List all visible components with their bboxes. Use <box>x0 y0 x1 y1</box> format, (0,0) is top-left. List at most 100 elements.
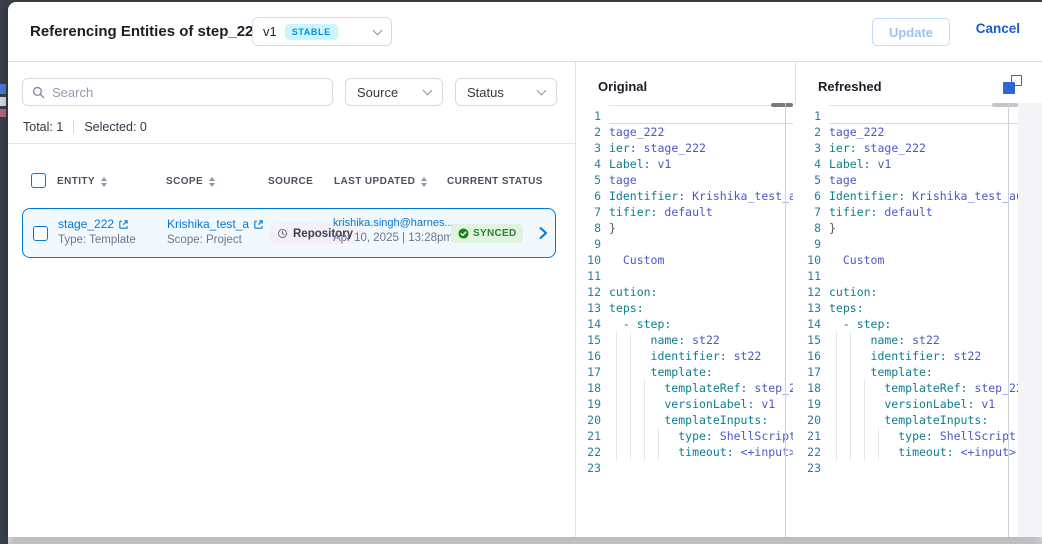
indent-guide <box>850 380 851 396</box>
indent-guide <box>630 444 631 460</box>
sort-icon[interactable] <box>421 177 427 187</box>
table-row[interactable]: stage_222 Type: Template Krishika_test_a… <box>22 208 556 258</box>
code-line: 17 template: <box>795 364 1018 380</box>
line-number: 5 <box>795 172 821 188</box>
horizontal-scrollbar[interactable] <box>829 105 1018 106</box>
column-header-scope[interactable]: SCOPE <box>166 176 215 187</box>
status-filter-dropdown[interactable]: Status <box>455 78 557 106</box>
code-line: 12cution: <box>795 284 1018 300</box>
source-filter-dropdown[interactable]: Source <box>345 78 443 106</box>
column-header-last-updated[interactable]: LAST UPDATED <box>334 176 427 187</box>
indent-guide <box>864 412 865 428</box>
code-text: templateRef: step_222 <box>829 380 1018 396</box>
line-number: 15 <box>795 332 821 348</box>
scrollbar-thumb[interactable] <box>771 103 793 107</box>
results-summary: Total: 1 Selected: 0 <box>23 120 147 134</box>
last-updated-cell: krishika.singh@harnes... Apr 10, 2025 | … <box>333 217 454 244</box>
toolbar-divider <box>8 143 575 144</box>
cancel-button[interactable]: Cancel <box>976 21 1020 36</box>
indent-guide <box>644 412 645 428</box>
search-box[interactable] <box>22 78 333 106</box>
code-line: 23 <box>795 460 1018 476</box>
entity-link[interactable]: stage_222 <box>58 217 136 231</box>
diff-pane-original[interactable]: 12tage_2223ier: stage_2224Label: v15tage… <box>575 103 793 537</box>
update-button[interactable]: Update <box>872 18 950 46</box>
code-text: tage <box>609 172 793 188</box>
sort-icon[interactable] <box>209 177 215 187</box>
indent-guide <box>658 444 659 460</box>
code-text: templateRef: step_222 <box>609 380 793 396</box>
version-selector[interactable]: v1 STABLE <box>252 17 392 46</box>
summary-divider <box>73 120 74 134</box>
line-number: 21 <box>795 428 821 444</box>
line-number: 9 <box>795 236 821 252</box>
line-number: 20 <box>795 412 821 428</box>
code-line: 15 name: st22 <box>575 332 793 348</box>
repository-icon <box>277 228 288 239</box>
pane-edge-line <box>1008 103 1009 537</box>
code-line: 19 versionLabel: v1 <box>795 396 1018 412</box>
code-text: tage_222 <box>829 124 1018 140</box>
line-number: 12 <box>575 284 601 300</box>
code-line: 18 templateRef: step_222 <box>795 380 1018 396</box>
copy-icon[interactable] <box>1003 75 1022 94</box>
column-header-current-status: CURRENT STATUS <box>447 176 543 187</box>
diff-header-separator <box>795 61 796 104</box>
code-text: name: st22 <box>609 332 793 348</box>
scope-link[interactable]: Krishika_test_au... <box>167 217 264 231</box>
column-header-entity[interactable]: ENTITY <box>57 176 107 187</box>
code-text <box>829 268 1018 284</box>
line-number: 14 <box>575 316 601 332</box>
line-number: 20 <box>575 412 601 428</box>
code-text: timeout: <+input> <box>829 444 1018 460</box>
row-chevron-right-icon[interactable] <box>535 225 551 241</box>
updated-by-link[interactable]: krishika.singh@harnes... <box>333 217 454 229</box>
code-line: 9 <box>575 236 793 252</box>
external-link-icon <box>253 219 264 230</box>
code-lines: 12tage_2223ier: stage_2224Label: v15tage… <box>795 108 1018 476</box>
indent-guide <box>644 380 645 396</box>
sort-icon[interactable] <box>101 177 107 187</box>
code-text: Identifier: Krishika_test_aut <box>609 188 793 204</box>
select-all-checkbox[interactable] <box>31 173 46 188</box>
line-number: 19 <box>795 396 821 412</box>
code-text <box>829 236 1018 252</box>
diff-pane-refreshed[interactable]: 12tage_2223ier: stage_2224Label: v15tage… <box>795 103 1018 537</box>
synced-check-icon <box>458 228 469 239</box>
code-text: templateInputs: <box>829 412 1018 428</box>
line-number: 7 <box>575 204 601 220</box>
indent-guide <box>850 364 851 380</box>
indent-guide <box>836 412 837 428</box>
scrollbar-thumb[interactable] <box>992 103 1018 107</box>
selected-count: Selected: 0 <box>84 120 147 134</box>
code-text <box>609 236 793 252</box>
line-number: 17 <box>575 364 601 380</box>
code-line: 15 name: st22 <box>795 332 1018 348</box>
row-checkbox[interactable] <box>33 226 48 241</box>
code-line: 18 templateRef: step_222 <box>575 380 793 396</box>
horizontal-scrollbar[interactable] <box>609 105 793 106</box>
line-number: 10 <box>575 252 601 268</box>
line-number: 1 <box>795 108 821 124</box>
code-line: 10 Custom <box>575 252 793 268</box>
code-line: 11 <box>575 268 793 284</box>
scope-detail: Scope: Project <box>167 234 264 246</box>
code-text: Identifier: Krishika_test_aut <box>829 188 1018 204</box>
code-line: 23 <box>575 460 793 476</box>
indent-guide <box>836 332 837 348</box>
code-text: Label: v1 <box>829 156 1018 172</box>
indent-guide <box>864 428 865 444</box>
indent-guide <box>864 444 865 460</box>
code-line: 5tage <box>575 172 793 188</box>
code-line: 13teps: <box>795 300 1018 316</box>
external-link-icon <box>118 219 129 230</box>
line-number: 9 <box>575 236 601 252</box>
column-header-source: SOURCE <box>268 176 313 187</box>
line-number: 8 <box>795 220 821 236</box>
search-input[interactable] <box>52 85 323 100</box>
indent-guide <box>850 396 851 412</box>
code-line: 4Label: v1 <box>575 156 793 172</box>
indent-guide <box>630 428 631 444</box>
page-edge-shadow <box>8 537 1042 544</box>
version-value: v1 <box>263 24 277 39</box>
